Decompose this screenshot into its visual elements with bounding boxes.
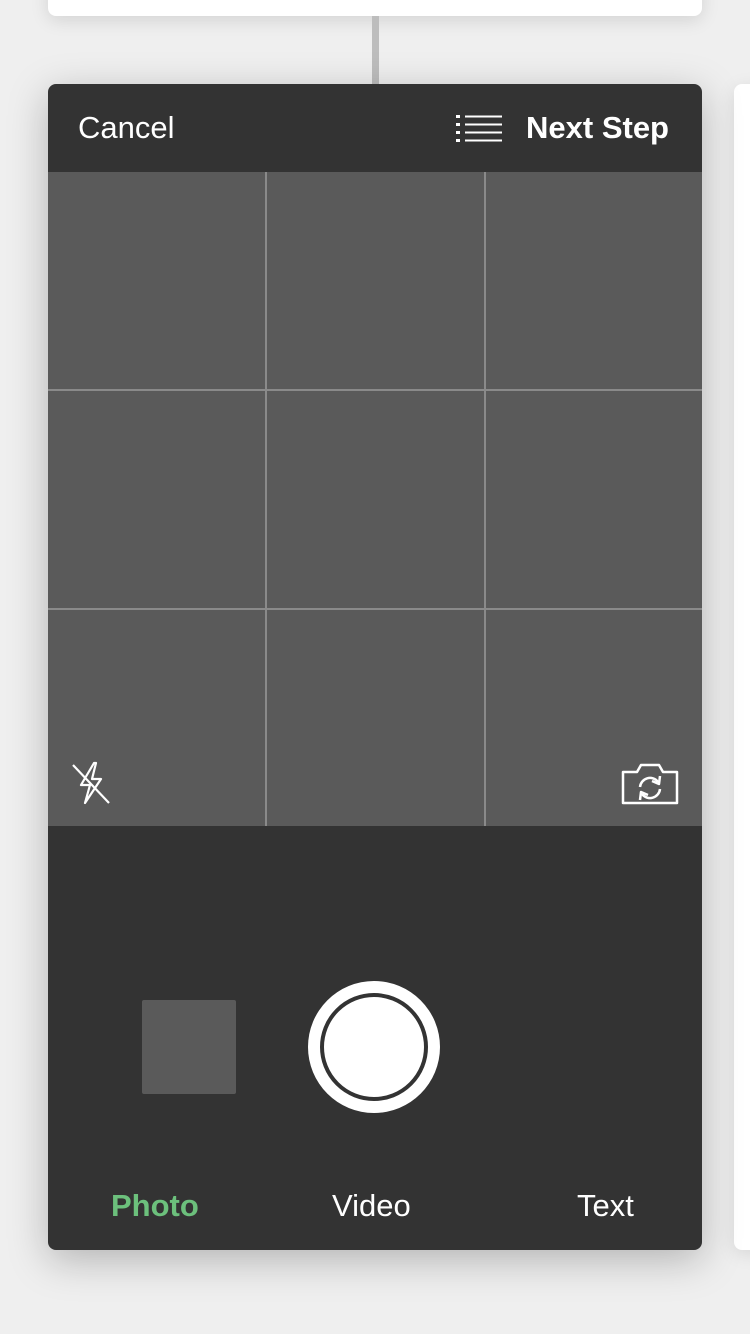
flash-off-icon[interactable] xyxy=(70,760,112,806)
grid-line xyxy=(265,172,267,826)
camera-flip-icon[interactable] xyxy=(620,762,680,806)
list-icon[interactable] xyxy=(456,114,502,144)
grid-line xyxy=(48,608,702,610)
card-connector xyxy=(372,16,379,86)
mode-tab-photo[interactable]: Photo xyxy=(111,1188,199,1224)
shutter-button[interactable] xyxy=(308,981,440,1113)
camera-topbar: Cancel Next Step xyxy=(48,84,702,172)
mode-tab-text[interactable]: Text xyxy=(577,1188,634,1224)
shutter-inner-ring xyxy=(320,993,428,1101)
last-photo-thumbnail[interactable] xyxy=(142,1000,236,1094)
cancel-button[interactable]: Cancel xyxy=(78,110,175,146)
grid-line xyxy=(48,389,702,391)
camera-card: Cancel Next Step Photo Video Text xyxy=(48,84,702,1250)
camera-viewfinder[interactable] xyxy=(48,172,702,826)
grid-line xyxy=(484,172,486,826)
next-card-edge xyxy=(734,84,750,1250)
mode-tab-video[interactable]: Video xyxy=(332,1188,411,1224)
next-step-button[interactable]: Next Step xyxy=(526,110,669,146)
previous-card xyxy=(48,0,702,16)
